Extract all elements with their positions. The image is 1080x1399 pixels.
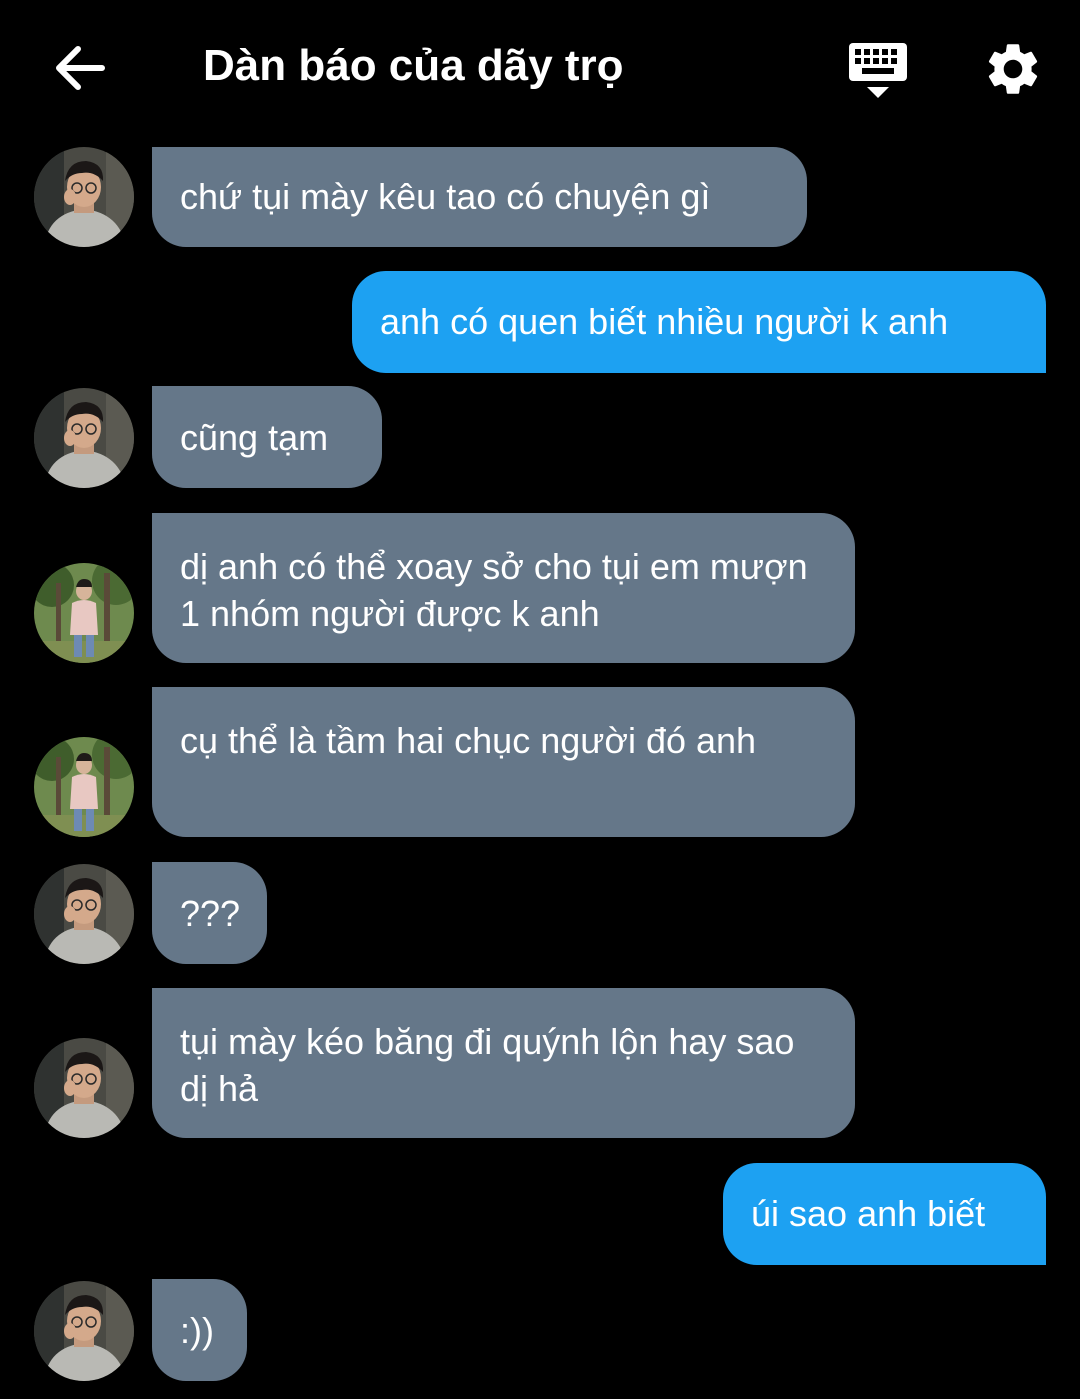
chat-title: Dàn báo của dãy trọ [203, 41, 624, 90]
back-button[interactable] [48, 40, 110, 96]
avatar[interactable] [34, 1281, 134, 1381]
message-text: chứ tụi mày kêu tao có chuyện gì [180, 176, 711, 217]
avatar[interactable] [34, 737, 134, 837]
gear-icon [988, 44, 1038, 94]
sender-photo [34, 1281, 134, 1381]
avatar[interactable] [34, 388, 134, 488]
message-bubble-incoming[interactable]: tụi mày kéo băng đi quýnh lộn hay sao dị… [152, 988, 855, 1138]
sender-photo [34, 563, 134, 663]
message-text: anh có quen biết nhiều người k anh [380, 301, 949, 342]
message-text: ??? [180, 893, 241, 934]
message-bubble-incoming[interactable]: dị anh có thể xoay sở cho tụi em mượn 1 … [152, 513, 855, 663]
message-text: dị anh có thể xoay sở cho tụi em mượn 1 … [180, 546, 818, 634]
message-text: cụ thể là tầm hai chục người đó anh [180, 720, 757, 761]
message-bubble-incoming[interactable]: :)) [152, 1279, 247, 1381]
settings-button[interactable] [982, 38, 1044, 100]
sender-photo [34, 1038, 134, 1138]
message-text: cũng tạm [180, 417, 329, 458]
sender-photo [34, 147, 134, 247]
avatar[interactable] [34, 563, 134, 663]
keyboard-icon [849, 43, 907, 98]
message-text: úi sao anh biết [751, 1193, 986, 1234]
message-bubble-incoming[interactable]: cụ thể là tầm hai chục người đó anh [152, 687, 855, 837]
avatar[interactable] [34, 1038, 134, 1138]
message-bubble-incoming[interactable]: ??? [152, 862, 267, 964]
avatar[interactable] [34, 864, 134, 964]
chat-header: Dàn báo của dãy trọ [0, 0, 1080, 135]
avatar[interactable] [34, 147, 134, 247]
arrow-left-icon [56, 46, 105, 90]
message-text: tụi mày kéo băng đi quýnh lộn hay sao dị… [180, 1021, 805, 1109]
message-bubble-outgoing[interactable]: úi sao anh biết [723, 1163, 1046, 1265]
message-bubble-outgoing[interactable]: anh có quen biết nhiều người k anh [352, 271, 1046, 373]
sender-photo [34, 388, 134, 488]
sender-photo [34, 864, 134, 964]
message-bubble-incoming[interactable]: chứ tụi mày kêu tao có chuyện gì [152, 147, 807, 247]
keyboard-button[interactable] [846, 40, 910, 102]
message-bubble-incoming[interactable]: cũng tạm [152, 386, 382, 488]
sender-photo [34, 737, 134, 837]
message-text: :)) [180, 1310, 214, 1351]
